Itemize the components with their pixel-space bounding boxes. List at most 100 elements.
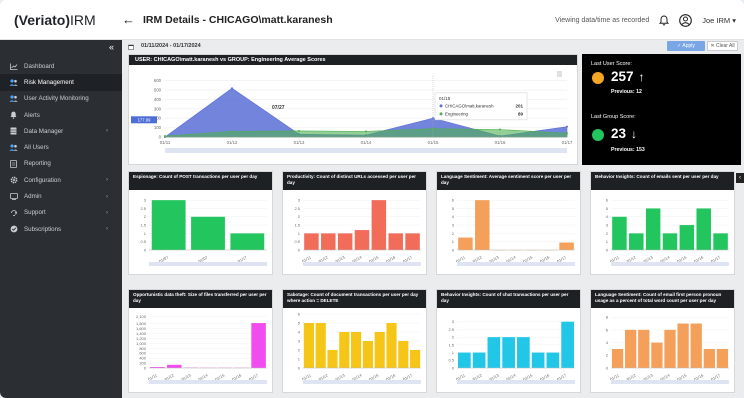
bar[interactable] bbox=[374, 332, 385, 368]
series-point[interactable] bbox=[231, 87, 233, 90]
sidebar-item-support[interactable]: Support › bbox=[0, 205, 122, 221]
bar[interactable] bbox=[651, 342, 663, 368]
bar[interactable] bbox=[321, 233, 336, 250]
bell-icon[interactable] bbox=[659, 14, 670, 26]
collapse-sidebar-icon[interactable]: « bbox=[109, 42, 114, 52]
y-tick-label: 2 bbox=[144, 214, 147, 219]
chart-menu-icon[interactable] bbox=[557, 71, 562, 77]
chart-scrollbar[interactable] bbox=[303, 380, 421, 384]
bar[interactable] bbox=[472, 352, 486, 368]
sidebar-item-admin[interactable]: Admin › bbox=[0, 188, 122, 204]
bar[interactable] bbox=[612, 216, 627, 250]
average-scores-chart: 600500400300200100001/11 01/12 01/13 01/14 0… bbox=[131, 71, 573, 153]
bar[interactable] bbox=[303, 323, 314, 368]
bar[interactable] bbox=[502, 337, 515, 368]
bar[interactable] bbox=[546, 352, 560, 368]
bar[interactable] bbox=[315, 323, 326, 368]
bar[interactable] bbox=[167, 364, 182, 368]
y-tick-label: 3 bbox=[298, 338, 301, 343]
bar[interactable] bbox=[625, 329, 637, 368]
bar[interactable] bbox=[638, 329, 650, 368]
bar[interactable] bbox=[531, 352, 545, 368]
bar[interactable] bbox=[713, 233, 728, 250]
chart-scrollbar[interactable] bbox=[149, 262, 267, 266]
chart-scrollbar[interactable] bbox=[303, 262, 421, 266]
chart-scrollbar[interactable] bbox=[165, 148, 567, 153]
y-tick-label: 400 bbox=[154, 97, 162, 102]
bar[interactable] bbox=[386, 323, 397, 368]
series-point[interactable] bbox=[566, 132, 568, 135]
sidebar-item-data-manager[interactable]: Data Manager › bbox=[0, 123, 122, 139]
bar[interactable] bbox=[629, 233, 644, 250]
bar[interactable] bbox=[371, 200, 387, 250]
sidebar-item-all-users[interactable]: All Users bbox=[0, 139, 122, 155]
sidebar-item-alerts[interactable]: Alerts bbox=[0, 107, 122, 123]
user-score-dot bbox=[592, 72, 604, 84]
bar[interactable] bbox=[561, 321, 574, 368]
app-logo[interactable]: (Veriato)IRM bbox=[0, 12, 122, 28]
chart-scrollbar[interactable] bbox=[457, 262, 575, 266]
bar[interactable] bbox=[664, 329, 676, 368]
bar[interactable] bbox=[703, 348, 715, 368]
bar[interactable] bbox=[230, 233, 265, 250]
chart-scrollbar[interactable] bbox=[611, 262, 729, 266]
chart-scrollbar[interactable] bbox=[457, 380, 575, 384]
sidebar-item-configuration[interactable]: Configuration › bbox=[0, 172, 122, 188]
bar[interactable] bbox=[716, 348, 729, 368]
bar[interactable] bbox=[475, 200, 490, 250]
sidebar-item-dashboard[interactable]: Dashboard bbox=[0, 58, 122, 74]
calendar-icon[interactable] bbox=[128, 37, 134, 55]
panel-toggle-icon[interactable]: ‹ bbox=[736, 173, 744, 183]
bar[interactable] bbox=[327, 350, 338, 368]
y-tick-label: 500 bbox=[154, 88, 162, 93]
bar[interactable] bbox=[337, 233, 353, 250]
series-point[interactable] bbox=[566, 125, 568, 128]
sidebar-item-subscriptions[interactable]: Subscriptions › bbox=[0, 221, 122, 237]
metric-card: Language Sentiment: Average sentiment sc… bbox=[436, 171, 581, 275]
bar[interactable] bbox=[354, 230, 370, 250]
bar[interactable] bbox=[679, 225, 695, 250]
apply-button[interactable]: ✓ Apply bbox=[667, 41, 705, 51]
sidebar-item-user-activity-monitoring[interactable]: User Activity Monitoring bbox=[0, 91, 122, 107]
bar[interactable] bbox=[677, 323, 689, 368]
y-tick-label: 1 bbox=[298, 356, 301, 361]
series-point[interactable] bbox=[365, 130, 367, 133]
bar[interactable] bbox=[151, 200, 186, 250]
bar[interactable] bbox=[351, 332, 362, 368]
bar[interactable] bbox=[487, 337, 501, 368]
user-avatar-icon[interactable] bbox=[679, 13, 693, 27]
bar[interactable] bbox=[690, 323, 702, 368]
bar[interactable] bbox=[517, 337, 530, 368]
card-title: Behavior Insights: Count of chat transac… bbox=[437, 290, 580, 308]
sidebar-item-risk-management[interactable]: Risk Management bbox=[0, 74, 122, 91]
chart-scrollbar[interactable] bbox=[611, 380, 729, 384]
chart-scrollbar[interactable] bbox=[149, 380, 267, 384]
bar[interactable] bbox=[696, 208, 711, 250]
bar[interactable] bbox=[410, 350, 421, 368]
bar[interactable] bbox=[458, 352, 471, 368]
series-point[interactable] bbox=[499, 128, 501, 131]
bar[interactable] bbox=[191, 216, 225, 250]
y-tick-label: 0 bbox=[144, 365, 147, 370]
sidebar-item-reporting[interactable]: Reporting bbox=[0, 156, 122, 172]
bar[interactable] bbox=[559, 242, 574, 250]
bar[interactable] bbox=[645, 208, 661, 250]
bar[interactable] bbox=[611, 348, 624, 368]
series-point[interactable] bbox=[231, 130, 233, 133]
clear-all-button[interactable]: ✕ Clear All bbox=[707, 41, 738, 51]
bar[interactable] bbox=[405, 233, 420, 250]
user-menu[interactable]: Joe IRM ▾ bbox=[702, 16, 736, 25]
bar[interactable] bbox=[388, 233, 403, 250]
bar[interactable] bbox=[251, 323, 266, 368]
metric-card: Opportunistic data theft: Size of files … bbox=[128, 289, 273, 393]
bar[interactable] bbox=[398, 341, 409, 368]
bar[interactable] bbox=[304, 233, 319, 250]
series-point[interactable] bbox=[298, 129, 300, 132]
bar[interactable] bbox=[458, 237, 473, 250]
back-arrow-icon[interactable]: ← bbox=[122, 12, 135, 27]
bar[interactable] bbox=[662, 233, 678, 250]
bar[interactable] bbox=[362, 341, 373, 368]
date-range[interactable]: 01/11/2024 - 01/17/2024 bbox=[141, 43, 201, 49]
bar[interactable] bbox=[339, 332, 350, 368]
y-tick-label: 3 bbox=[606, 222, 609, 227]
